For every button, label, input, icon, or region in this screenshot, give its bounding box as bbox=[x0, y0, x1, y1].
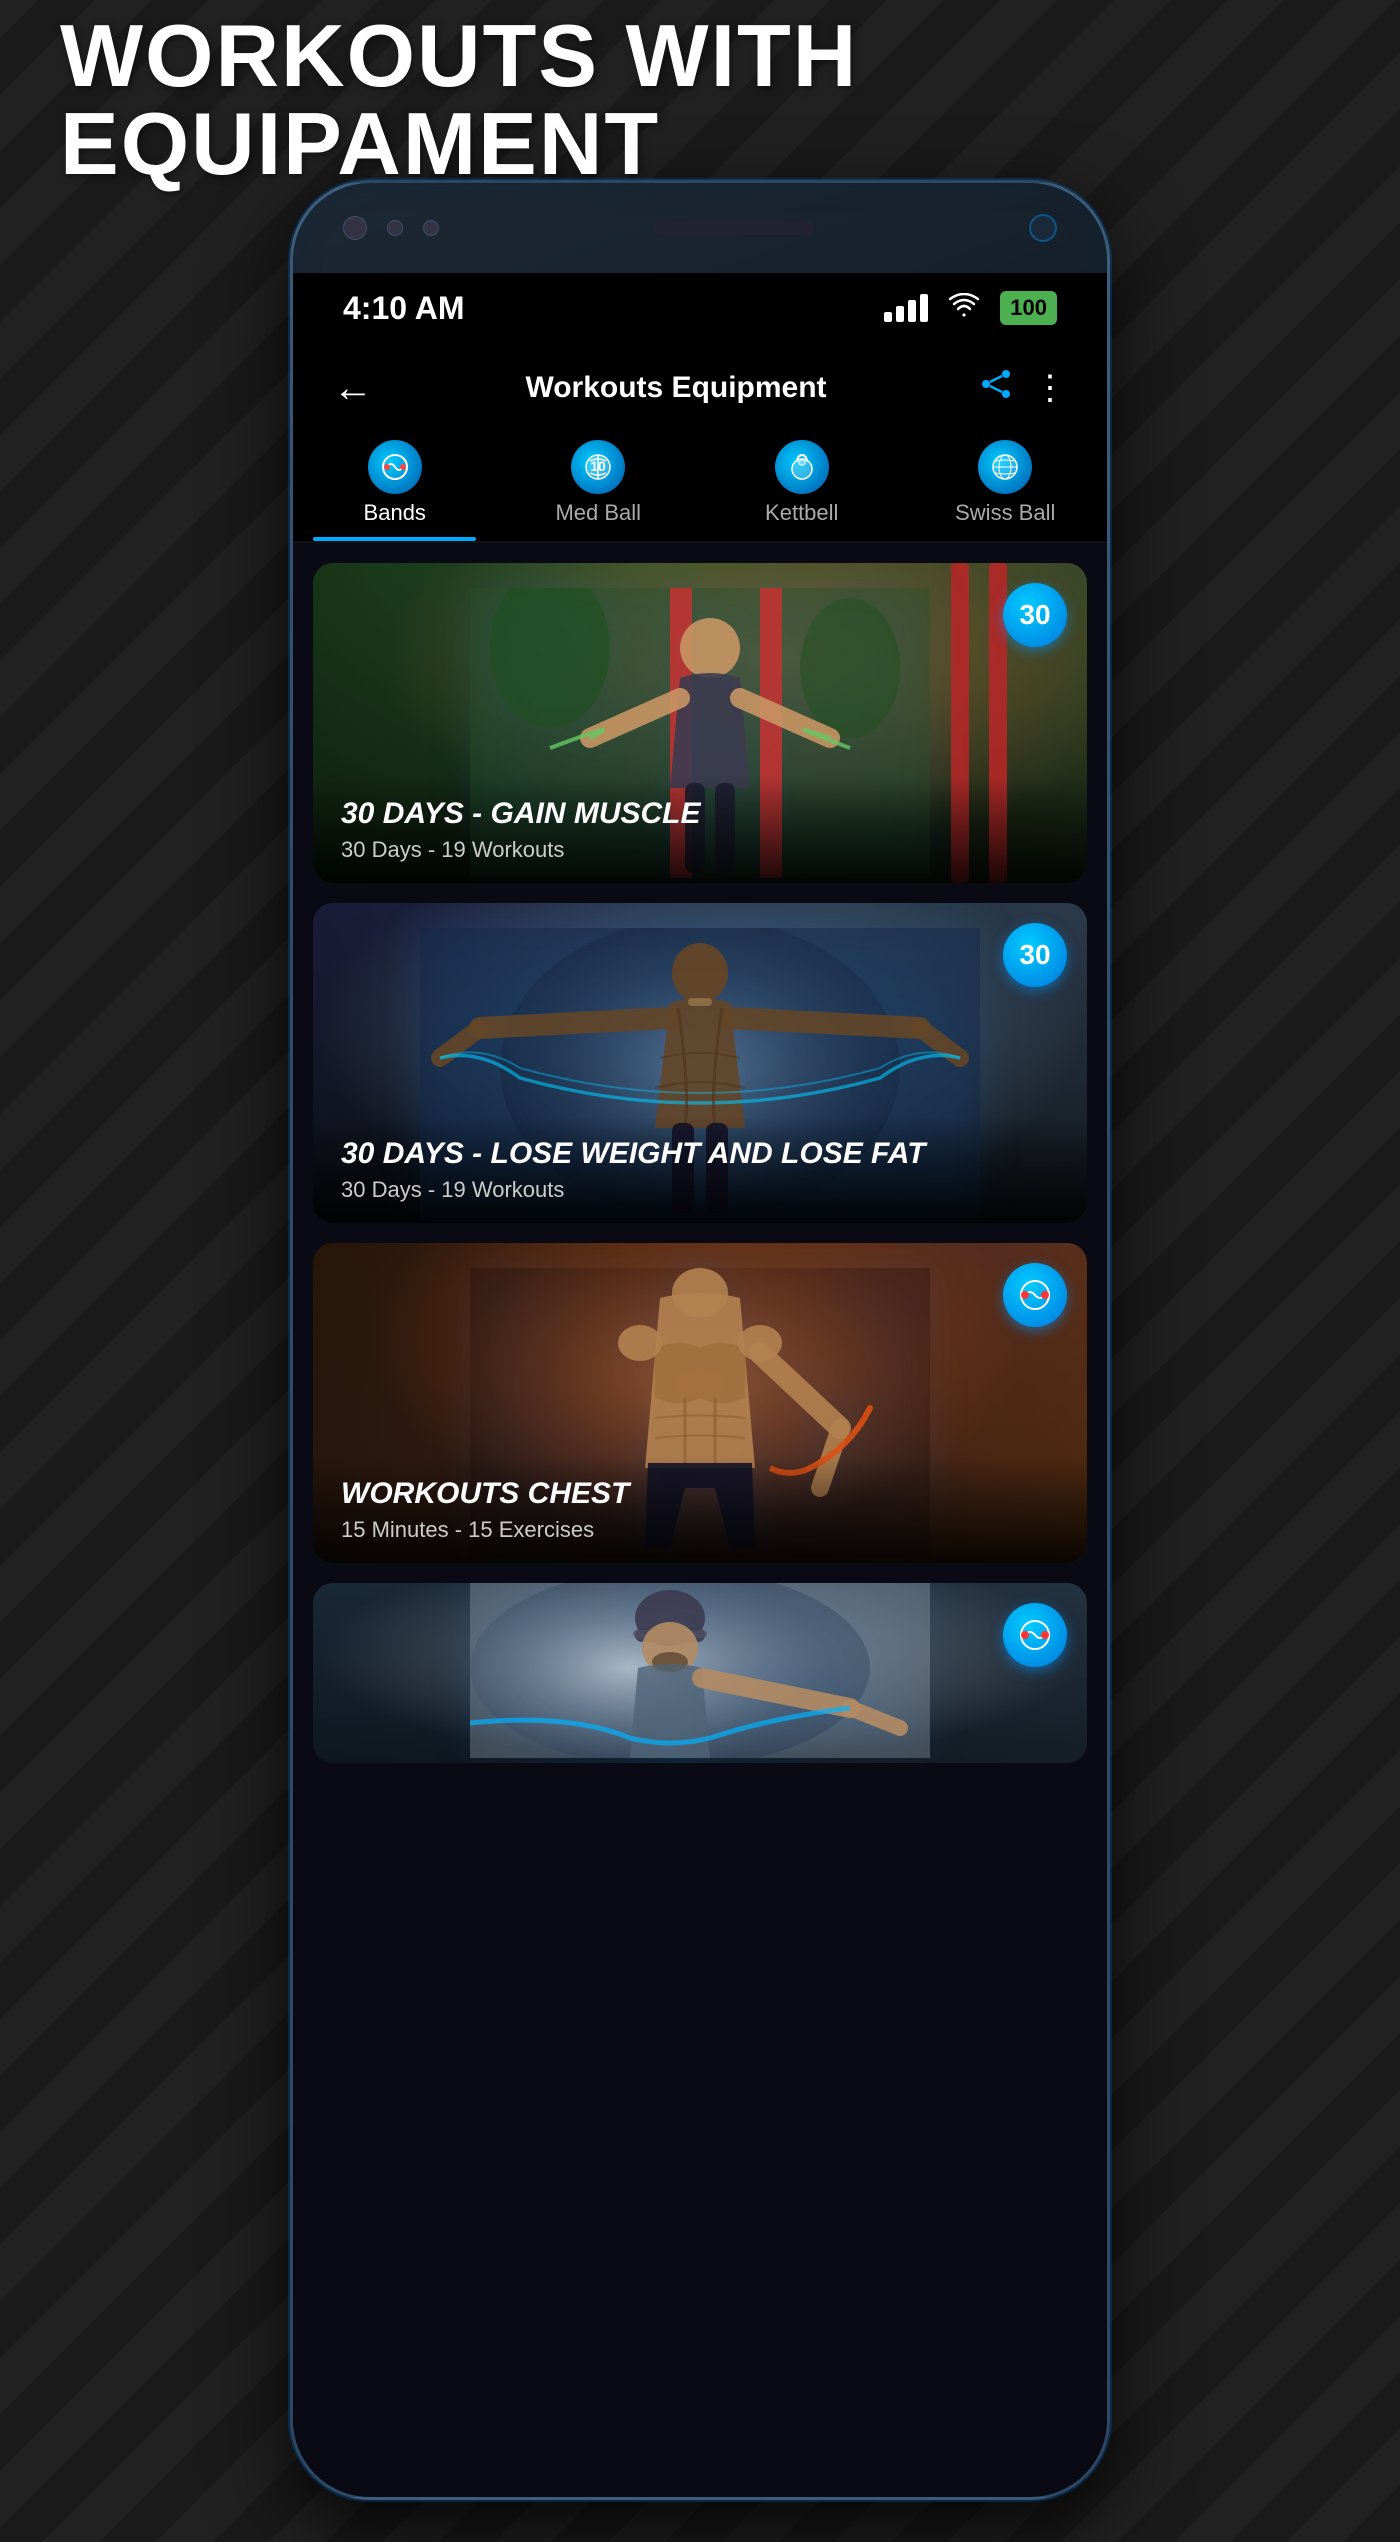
camera-dot-1 bbox=[343, 216, 367, 240]
card-gain-muscle-info: 30 DAYS - GAIN MUSCLE 30 Days - 19 Worko… bbox=[313, 777, 1087, 883]
back-button[interactable]: ← bbox=[333, 366, 373, 411]
card-gain-muscle-badge: 30 bbox=[1003, 583, 1067, 647]
card-partial-badge bbox=[1003, 1603, 1067, 1667]
app-bar-title: Workouts Equipment bbox=[525, 371, 826, 405]
app-bar-actions: ⋮ bbox=[979, 367, 1067, 410]
bands-tab-label: Bands bbox=[364, 500, 426, 526]
tab-med-ball[interactable]: 10 Med Ball bbox=[497, 433, 701, 541]
workout-card-lose-weight[interactable]: 30 30 DAYS - LOSE WEIGHT AND LOSE FAT 30… bbox=[313, 903, 1087, 1223]
person-partial bbox=[470, 1583, 930, 1763]
wifi-icon bbox=[948, 292, 980, 324]
card-gain-muscle-title: 30 DAYS - GAIN MUSCLE bbox=[341, 797, 1059, 831]
phone-content: 30 30 DAYS - GAIN MUSCLE 30 Days - 19 Wo… bbox=[293, 543, 1107, 2497]
status-time: 4:10 AM bbox=[343, 290, 465, 327]
card-chest-subtitle: 15 Minutes - 15 Exercises bbox=[341, 1517, 1059, 1543]
card-chest-title: WORKOUTS CHEST bbox=[341, 1477, 1059, 1511]
swiss-ball-tab-icon bbox=[978, 440, 1032, 494]
kettbell-tab-label: Kettbell bbox=[765, 500, 838, 526]
signal-bar-3 bbox=[908, 300, 916, 322]
speaker-bar bbox=[654, 221, 814, 235]
med-ball-tab-label: Med Ball bbox=[555, 500, 641, 526]
front-camera bbox=[1029, 214, 1057, 242]
workout-card-gain-muscle[interactable]: 30 30 DAYS - GAIN MUSCLE 30 Days - 19 Wo… bbox=[313, 563, 1087, 883]
card-lose-weight-subtitle: 30 Days - 19 Workouts bbox=[341, 1177, 1059, 1203]
signal-bar-2 bbox=[896, 306, 904, 322]
camera-dots bbox=[343, 216, 439, 240]
workout-card-chest[interactable]: WORKOUTS CHEST 15 Minutes - 15 Exercises bbox=[313, 1243, 1087, 1563]
med-ball-tab-icon: 10 bbox=[571, 440, 625, 494]
card-lose-weight-title: 30 DAYS - LOSE WEIGHT AND LOSE FAT bbox=[341, 1137, 1059, 1171]
tab-bar: Bands 10 Med Ball bbox=[293, 433, 1107, 543]
signal-bar-4 bbox=[920, 294, 928, 322]
svg-text:10: 10 bbox=[590, 458, 606, 474]
status-bar: 4:10 AM bbox=[293, 273, 1107, 343]
share-button[interactable] bbox=[979, 367, 1013, 410]
card-chest-badge bbox=[1003, 1263, 1067, 1327]
card-lose-weight-badge: 30 bbox=[1003, 923, 1067, 987]
tab-swiss-ball[interactable]: Swiss Ball bbox=[904, 433, 1108, 541]
workout-card-partial[interactable] bbox=[313, 1583, 1087, 1763]
app-bar: ← Workouts Equipment ⋮ bbox=[293, 343, 1107, 433]
phone-wrapper: 4:10 AM bbox=[290, 180, 1110, 2500]
phone-frame: 4:10 AM bbox=[290, 180, 1110, 2500]
swiss-ball-tab-label: Swiss Ball bbox=[955, 500, 1055, 526]
bands-tab-icon bbox=[368, 440, 422, 494]
battery-value: 100 bbox=[1010, 295, 1047, 321]
page-header: WORKOUTS WITH EQUIPAMENT bbox=[0, 0, 1400, 210]
card-lose-weight-info: 30 DAYS - LOSE WEIGHT AND LOSE FAT 30 Da… bbox=[313, 1117, 1087, 1223]
card-gain-muscle-subtitle: 30 Days - 19 Workouts bbox=[341, 837, 1059, 863]
tab-kettbell[interactable]: Kettbell bbox=[700, 433, 904, 541]
status-icons: 100 bbox=[884, 291, 1057, 325]
signal-bars-icon bbox=[884, 294, 928, 322]
more-options-button[interactable]: ⋮ bbox=[1033, 368, 1067, 408]
kettbell-tab-icon bbox=[775, 440, 829, 494]
battery-icon: 100 bbox=[1000, 291, 1057, 325]
card-chest-info: WORKOUTS CHEST 15 Minutes - 15 Exercises bbox=[313, 1457, 1087, 1563]
signal-bar-1 bbox=[884, 312, 892, 322]
tab-bands[interactable]: Bands bbox=[293, 433, 497, 541]
camera-dot-3 bbox=[423, 220, 439, 236]
camera-dot-2 bbox=[387, 220, 403, 236]
page-title: WORKOUTS WITH EQUIPAMENT bbox=[60, 12, 1340, 188]
